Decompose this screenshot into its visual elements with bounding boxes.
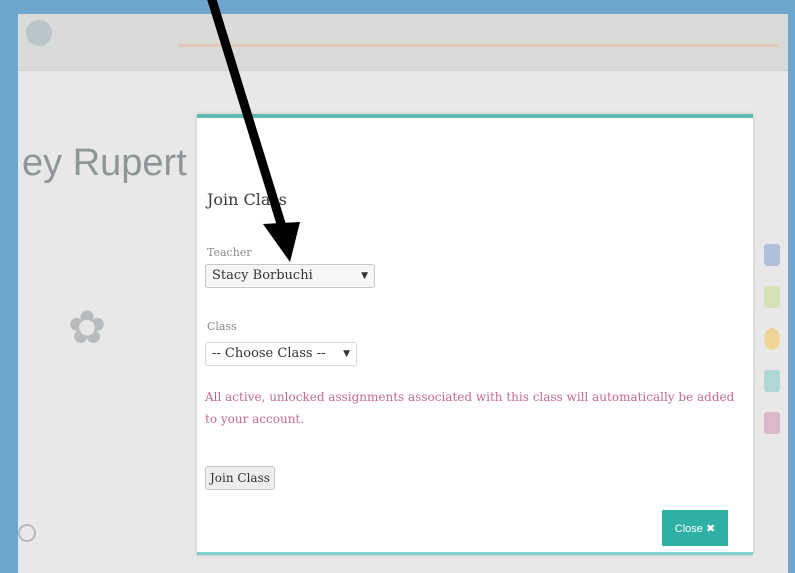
nav-divider bbox=[178, 44, 778, 47]
join-class-button[interactable]: Join Class bbox=[205, 466, 275, 490]
class-assignment-notice: All active, unlocked assignments associa… bbox=[205, 390, 735, 426]
top-navigation-bar bbox=[18, 14, 788, 71]
calendar-icon[interactable] bbox=[764, 412, 780, 434]
star-icon[interactable] bbox=[764, 328, 780, 350]
puzzle-icon[interactable] bbox=[764, 286, 780, 308]
close-button-label: Close bbox=[674, 523, 703, 535]
chevron-down-icon: ▼ bbox=[361, 271, 368, 281]
class-select-value: -- Choose Class -- bbox=[212, 346, 326, 361]
document-icon[interactable] bbox=[764, 244, 780, 266]
student-name-heading: ey Rupert bbox=[22, 142, 187, 184]
teacher-select[interactable]: Stacy Borbuchi ▼ bbox=[205, 264, 375, 288]
teacher-select-value: Stacy Borbuchi bbox=[212, 268, 313, 283]
right-tool-rail bbox=[764, 244, 788, 454]
class-label: Class bbox=[207, 320, 237, 333]
notes-icon[interactable] bbox=[764, 370, 780, 392]
close-icon: ✖ bbox=[705, 523, 716, 535]
app-logo[interactable] bbox=[26, 20, 176, 60]
close-modal-button[interactable]: Close ✖ bbox=[662, 510, 728, 546]
class-select[interactable]: -- Choose Class -- ▼ bbox=[205, 342, 357, 366]
join-class-modal: Join Class Teacher Stacy Borbuchi ▼ Clas… bbox=[197, 114, 753, 555]
settings-icon bbox=[18, 524, 36, 542]
settings-link[interactable] bbox=[18, 524, 48, 542]
teacher-label: Teacher bbox=[207, 246, 252, 259]
avatar-icon: ✿ bbox=[67, 300, 107, 354]
chevron-down-icon: ▼ bbox=[343, 349, 350, 359]
logo-icon bbox=[26, 20, 52, 46]
modal-title: Join Class bbox=[207, 190, 287, 209]
